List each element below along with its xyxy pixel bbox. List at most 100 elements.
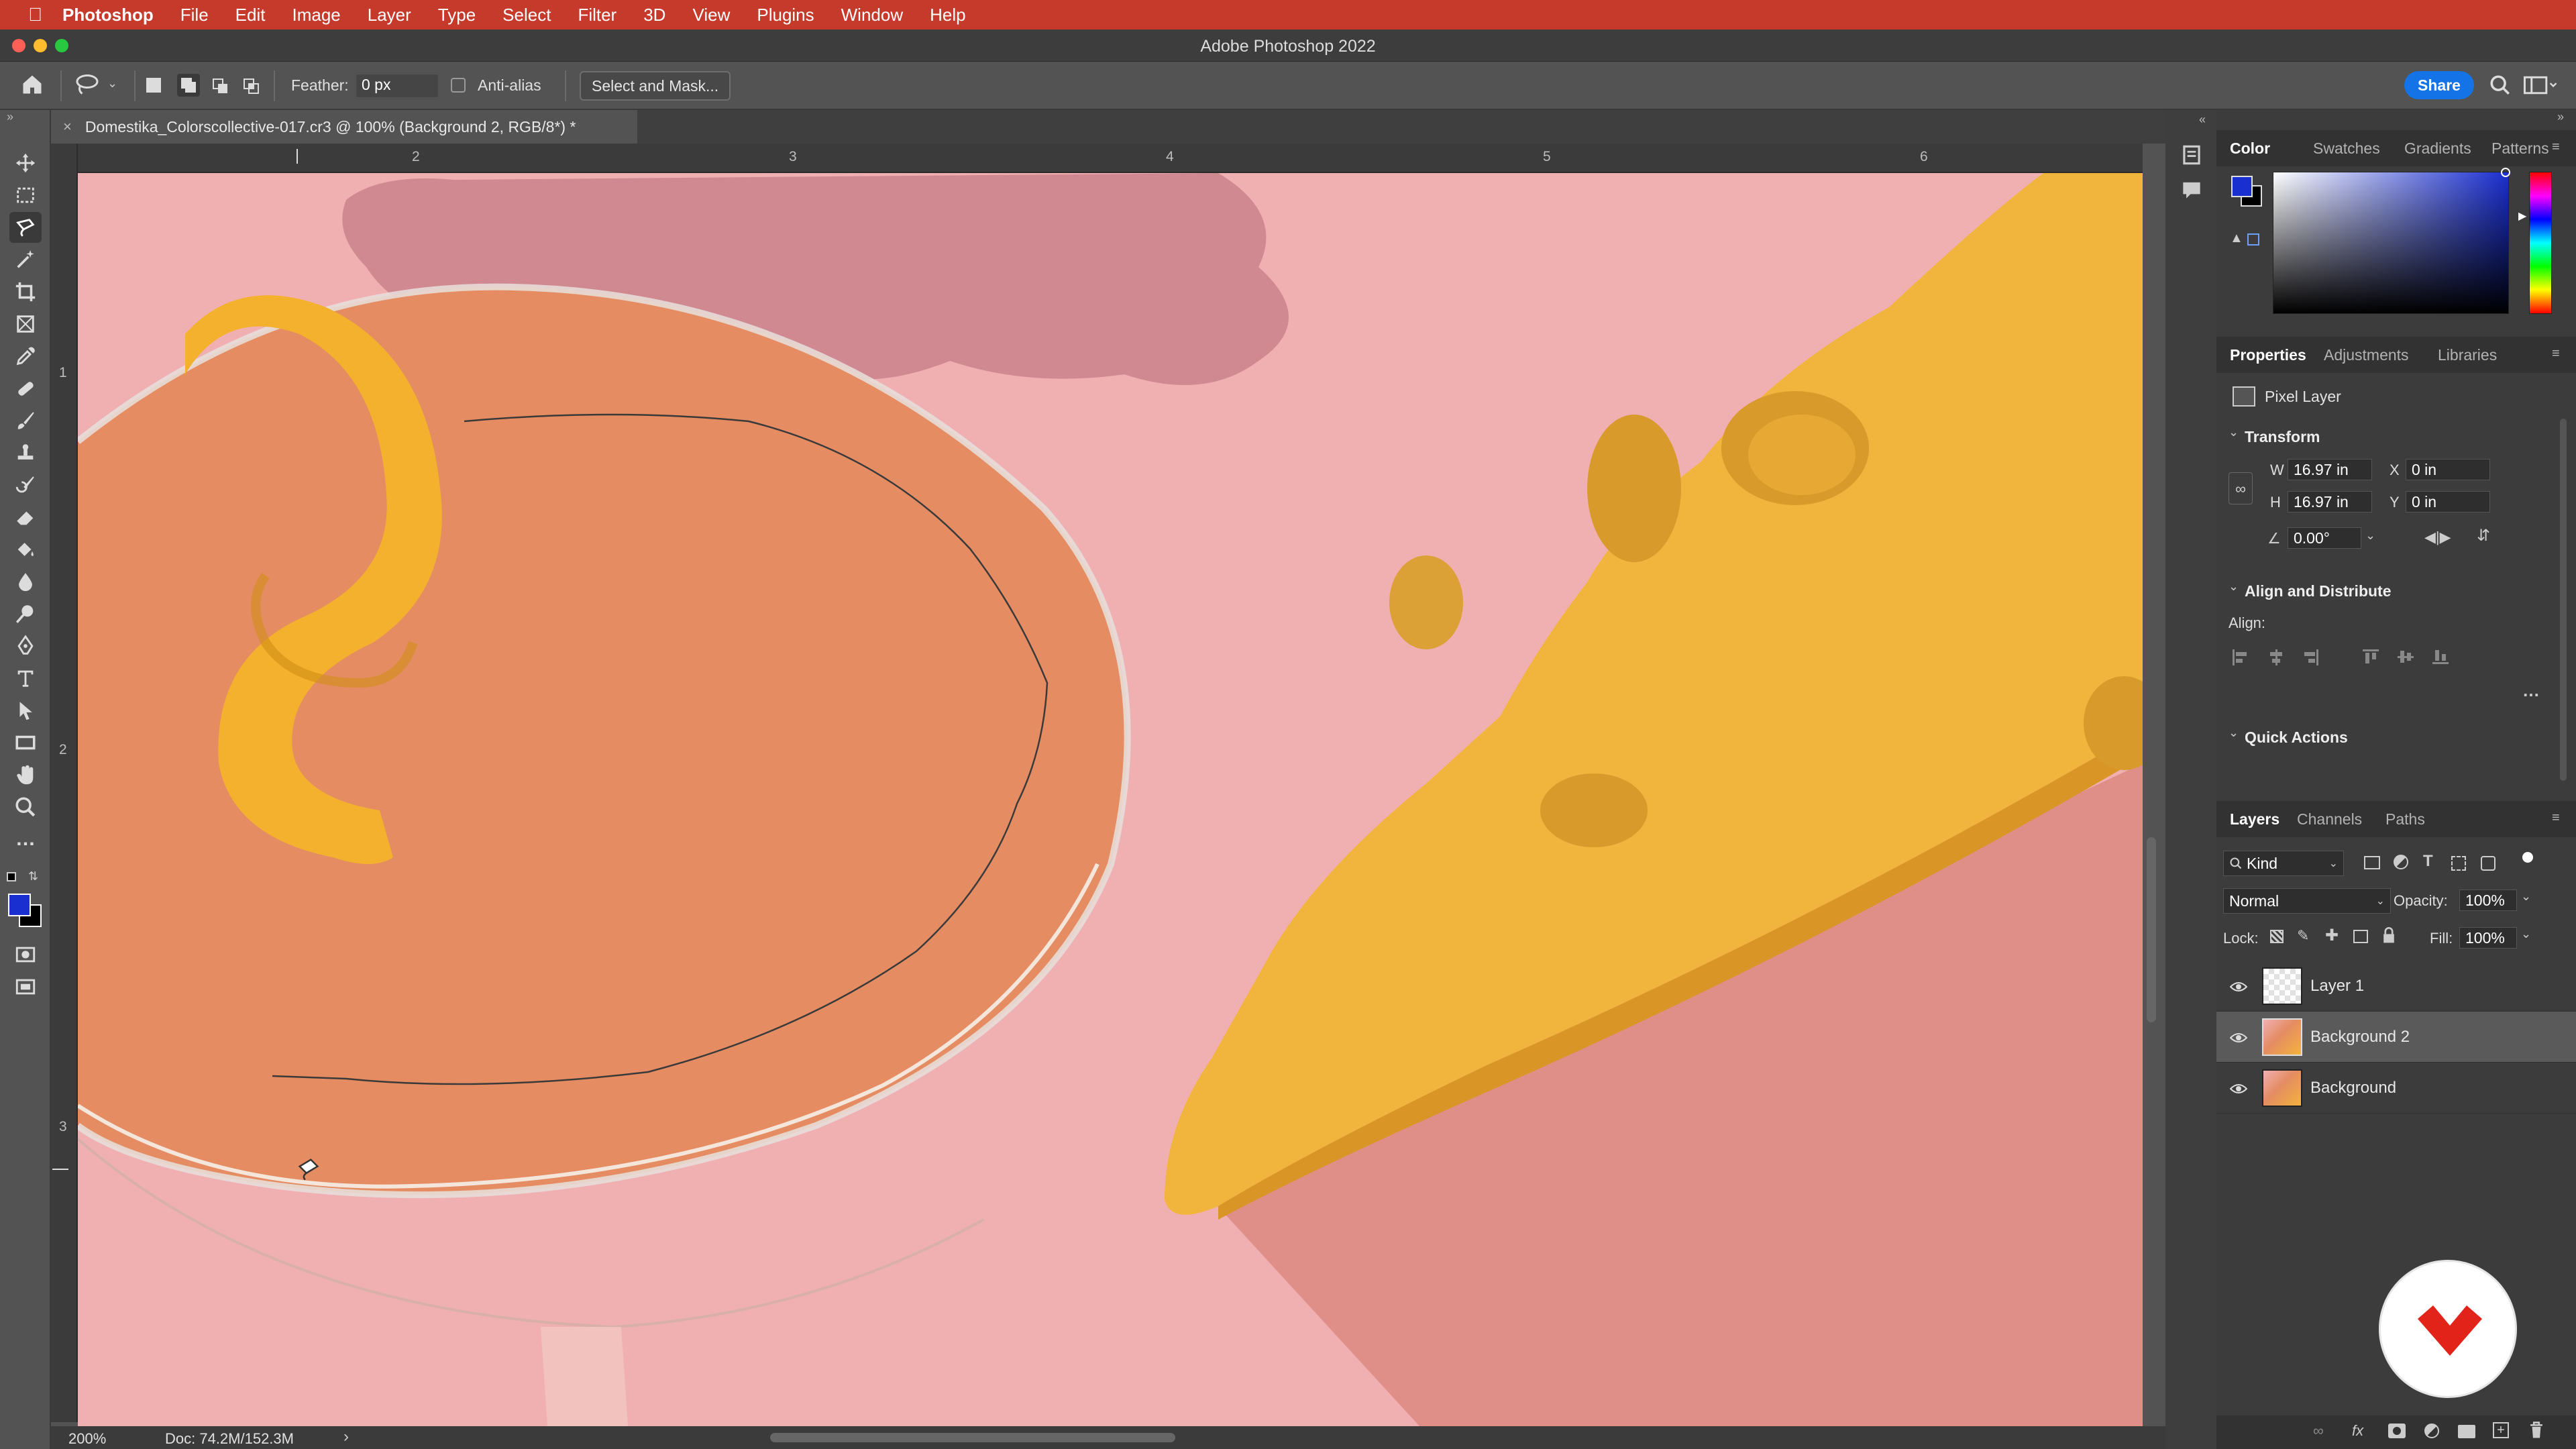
- color-field[interactable]: [2273, 172, 2509, 314]
- zoom-level[interactable]: 200%: [68, 1430, 106, 1448]
- chevron-down-icon[interactable]: ⌄: [2521, 890, 2531, 904]
- filter-pixel-icon[interactable]: [2364, 856, 2380, 869]
- filter-adjustment-icon[interactable]: [2394, 855, 2408, 869]
- brush-tool-icon[interactable]: [9, 405, 42, 436]
- apple-icon[interactable]: : [28, 4, 42, 25]
- panel-menu-icon[interactable]: ≡: [2552, 140, 2560, 155]
- tab-layers[interactable]: Layers: [2230, 810, 2279, 828]
- more-tools-icon[interactable]: …: [9, 824, 42, 855]
- add-mask-icon[interactable]: [2388, 1424, 2406, 1438]
- home-icon[interactable]: [20, 72, 44, 101]
- move-tool-icon[interactable]: [9, 148, 42, 178]
- chevron-down-icon[interactable]: ⌄: [107, 76, 117, 91]
- chevron-down-icon[interactable]: ⌄: [2521, 927, 2531, 941]
- layer-filter-select[interactable]: Kind ⌄: [2223, 851, 2344, 876]
- screen-mode-icon[interactable]: [9, 971, 42, 1002]
- tab-libraries[interactable]: Libraries: [2438, 346, 2497, 364]
- link-dimensions-icon[interactable]: ∞: [2229, 472, 2253, 504]
- panel-collapse-icon[interactable]: »: [2557, 110, 2564, 124]
- menu-select[interactable]: Select: [502, 5, 551, 25]
- collapse-panels-icon[interactable]: «: [2199, 113, 2206, 127]
- pen-tool-icon[interactable]: [9, 631, 42, 661]
- menu-help[interactable]: Help: [930, 5, 965, 25]
- history-panel-icon[interactable]: [2179, 142, 2204, 171]
- lock-transparent-icon[interactable]: [2270, 930, 2284, 943]
- clone-stamp-tool-icon[interactable]: [9, 437, 42, 468]
- lasso-tool-icon[interactable]: [9, 212, 42, 243]
- visibility-eye-icon[interactable]: [2229, 1081, 2248, 1095]
- new-adjustment-layer-icon[interactable]: [2424, 1424, 2439, 1438]
- align-center-icon[interactable]: [2269, 649, 2284, 665]
- tab-color[interactable]: Color: [2230, 140, 2270, 158]
- zoom-tool-icon[interactable]: [9, 792, 42, 822]
- eraser-tool-icon[interactable]: [9, 502, 42, 533]
- hue-slider[interactable]: [2529, 172, 2552, 314]
- filter-smart-object-icon[interactable]: [2481, 856, 2496, 871]
- hand-tool-icon[interactable]: [9, 759, 42, 790]
- swap-colors-icon[interactable]: ⇅: [28, 869, 38, 883]
- history-brush-tool-icon[interactable]: [9, 470, 42, 500]
- fill-input[interactable]: 100%: [2459, 927, 2517, 949]
- subtract-selection-icon[interactable]: [212, 78, 229, 99]
- search-icon[interactable]: [2489, 74, 2512, 101]
- align-title[interactable]: Align and Distribute: [2245, 582, 2392, 600]
- close-tab-icon[interactable]: ×: [63, 118, 72, 136]
- tab-gradients[interactable]: Gradients: [2404, 140, 2471, 158]
- vertical-ruler[interactable]: 1 2 3: [51, 144, 78, 1422]
- tab-patterns[interactable]: Patterns: [2491, 140, 2549, 158]
- eyedropper-tool-icon[interactable]: [9, 341, 42, 372]
- status-menu-arrow-icon[interactable]: ›: [343, 1428, 349, 1446]
- default-colors-icon[interactable]: [7, 872, 16, 881]
- blend-mode-select[interactable]: Normal ⌄: [2223, 888, 2391, 914]
- tab-properties[interactable]: Properties: [2230, 346, 2306, 364]
- menu-type[interactable]: Type: [438, 5, 476, 25]
- more-options-icon[interactable]: …: [2522, 680, 2540, 701]
- gamut-warning-icon[interactable]: ▲: [2230, 231, 2243, 246]
- width-input[interactable]: 16.97 in: [2288, 459, 2372, 480]
- dodge-tool-icon[interactable]: [9, 598, 42, 629]
- maximize-window-button[interactable]: [55, 39, 68, 52]
- chevron-down-icon[interactable]: ⌄: [2229, 726, 2239, 740]
- horizontal-ruler[interactable]: 2 3 4 5 6: [78, 144, 2143, 173]
- panel-menu-icon[interactable]: ≡: [2552, 346, 2560, 362]
- menu-filter[interactable]: Filter: [578, 5, 616, 25]
- magic-wand-tool-icon[interactable]: [9, 244, 42, 275]
- select-and-mask-button[interactable]: Select and Mask...: [580, 71, 731, 101]
- menu-image[interactable]: Image: [292, 5, 340, 25]
- chevron-down-icon[interactable]: ⌄: [2229, 580, 2239, 594]
- feather-input[interactable]: 0 px: [356, 74, 439, 98]
- filter-type-icon[interactable]: T: [2423, 852, 2433, 871]
- filter-shape-icon[interactable]: [2451, 856, 2466, 871]
- web-safe-icon[interactable]: [2247, 233, 2259, 246]
- tab-adjustments[interactable]: Adjustments: [2324, 346, 2409, 364]
- panel-menu-icon[interactable]: ≡: [2552, 810, 2560, 826]
- blur-tool-icon[interactable]: [9, 566, 42, 597]
- quick-actions-title[interactable]: Quick Actions: [2245, 729, 2348, 747]
- angle-input[interactable]: 0.00°: [2288, 527, 2361, 549]
- tab-channels[interactable]: Channels: [2297, 810, 2362, 828]
- flip-horizontal-icon[interactable]: ◀|▶: [2424, 529, 2451, 546]
- app-menu[interactable]: Photoshop: [62, 5, 154, 25]
- delete-layer-icon[interactable]: [2528, 1421, 2545, 1443]
- x-input[interactable]: 0 in: [2406, 459, 2490, 480]
- rectangle-tool-icon[interactable]: [9, 727, 42, 758]
- transform-title[interactable]: Transform: [2245, 428, 2320, 446]
- intersect-selection-icon[interactable]: [243, 78, 260, 99]
- tab-swatches[interactable]: Swatches: [2313, 140, 2380, 158]
- align-top-icon[interactable]: [2363, 649, 2379, 664]
- y-input[interactable]: 0 in: [2406, 491, 2490, 513]
- lock-artboard-icon[interactable]: [2353, 930, 2368, 943]
- visibility-eye-icon[interactable]: [2229, 979, 2248, 993]
- flip-vertical-icon[interactable]: ⇵: [2477, 526, 2490, 545]
- marquee-tool-icon[interactable]: [9, 180, 42, 211]
- new-layer-icon[interactable]: +: [2493, 1422, 2509, 1438]
- foreground-color-swatch[interactable]: [2231, 176, 2253, 197]
- minimize-window-button[interactable]: [34, 39, 47, 52]
- document-tab[interactable]: × Domestika_Colorscollective-017.cr3 @ 1…: [60, 110, 637, 144]
- lock-position-icon[interactable]: ✚: [2325, 926, 2339, 945]
- foreground-color-swatch[interactable]: [8, 894, 31, 916]
- comments-panel-icon[interactable]: [2179, 177, 2204, 206]
- new-selection-icon[interactable]: [146, 78, 161, 93]
- filter-toggle-icon[interactable]: [2522, 852, 2533, 863]
- crop-tool-icon[interactable]: [9, 276, 42, 307]
